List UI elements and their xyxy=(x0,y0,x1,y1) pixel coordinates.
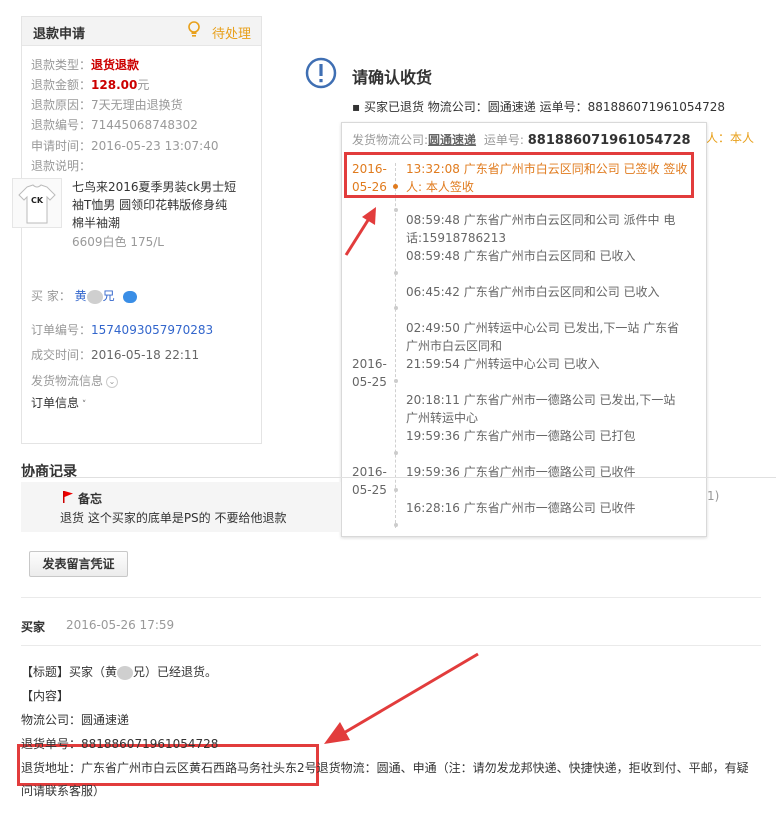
timeline-dot xyxy=(394,488,398,492)
timeline-event: 21:59:54 广州转运中心公司 已收入 xyxy=(406,357,600,371)
flag-icon xyxy=(63,491,73,503)
product-sku: 6609白色 175/L xyxy=(72,235,164,249)
message-last-line: 问请联系客服） xyxy=(21,784,106,798)
apply-time-row: 申请时间：2016-05-23 13:07:40 xyxy=(31,139,219,153)
refund-amount-row: 退款金额：128.00元 xyxy=(31,78,150,92)
message-time: 2016-05-26 17:59 xyxy=(66,618,175,632)
message-waybill: 退货单号：881886071961054728 xyxy=(21,737,219,751)
message-author: 买家 xyxy=(21,620,46,634)
timeline-event: 19:59:36 广东省广州市一德路公司 已收件 xyxy=(406,465,636,479)
deal-time-row: 成交时间：2016-05-18 22:11 xyxy=(31,348,200,362)
refund-reason-row: 退款原因：7天无理由退换货 xyxy=(31,98,183,112)
timeline-dot xyxy=(394,306,398,310)
buyer-row: 买 家： 黄兄 xyxy=(31,287,137,305)
status-badge: 待处理 xyxy=(211,27,251,42)
refund-id-row: 退款编号：71445068748302 xyxy=(31,118,198,132)
chat-icon[interactable] xyxy=(122,290,137,303)
product-title[interactable]: 七鸟来2016夏季男装ck男士短袖T恤男 圆领印花韩版修身纯棉半袖潮 xyxy=(72,178,237,232)
logistics-toggle[interactable]: 发货物流信息 ⌄ xyxy=(31,372,119,390)
order-id-row: 订单编号：1574093057970283 xyxy=(31,323,214,337)
buyer-name[interactable]: 黄兄 xyxy=(75,289,115,304)
panel-header: 退款申请 待处理 xyxy=(22,17,261,46)
divider xyxy=(21,597,761,598)
memo-title: 备忘 xyxy=(78,492,103,506)
post-message-button[interactable]: 发表留言凭证 xyxy=(29,551,128,577)
side-text: 人：本人 xyxy=(706,131,755,145)
redacted-mark xyxy=(86,289,103,304)
message-company: 物流公司：圆通速递 xyxy=(21,713,130,727)
timeline-event: 08:59:48 广东省广州市白云区同和公司 派件中 电话:1591878621… xyxy=(406,213,676,245)
chevron-down-icon: ⌄ xyxy=(106,375,119,388)
highlight-box-signed xyxy=(344,152,694,198)
timeline-event: 06:45:42 广东省广州市白云区同和公司 已收入 xyxy=(406,285,660,299)
timeline-dot xyxy=(394,451,398,455)
refund-type-row: 退款类型：退货退款 xyxy=(31,58,140,72)
timeline-dot xyxy=(394,208,398,212)
panel-title: 退款申请 xyxy=(33,27,86,42)
chevron-down-icon: ˅ xyxy=(79,400,87,410)
timeline-event: 19:59:36 广东省广州市一德路公司 已打包 xyxy=(406,429,636,443)
message-content-label: 【内容】 xyxy=(21,689,70,703)
timeline-dot xyxy=(394,379,398,383)
refund-note-row: 退款说明： xyxy=(31,159,92,173)
message-title: 【标题】买家（黄 兄）已经退货。 xyxy=(21,665,218,680)
timeline-dot xyxy=(394,523,398,527)
alert-icon xyxy=(305,57,337,89)
timeline-dot xyxy=(394,271,398,275)
lightbulb-icon xyxy=(188,21,200,37)
annotation-arrow xyxy=(324,652,479,744)
divider xyxy=(21,645,761,646)
timeline-event: 08:59:48 广东省广州市白云区同和 已收入 xyxy=(406,249,636,263)
timeline-date: 2016-05-25 xyxy=(352,465,387,497)
product-image[interactable]: CK xyxy=(12,178,62,228)
redacted-mark xyxy=(117,665,134,680)
confirm-line: ▪ 买家已退货 物流公司：圆通速递 运单号：881886071961054728 xyxy=(352,100,726,114)
memo-text: 退货 这个买家的底单是PS的 不要给他退款 xyxy=(60,511,287,525)
timeline-date: 2016-05-25 xyxy=(352,357,387,389)
timeline-event: 16:28:16 广东省广州市一德路公司 已收件 xyxy=(406,501,636,515)
popup-header: 发货物流公司:圆通速递 运单号: 881886071961054728 xyxy=(352,133,691,148)
timeline-event: 20:18:11 广东省广州市一德路公司 已发出,下一站 广州转运中心 xyxy=(406,393,676,425)
svg-text:CK: CK xyxy=(31,196,44,205)
side-text-2: 1) xyxy=(707,489,720,503)
timeline-line xyxy=(395,163,397,528)
negotiation-title: 协商记录 xyxy=(21,464,77,480)
order-info-toggle[interactable]: 订单信息 ˅ xyxy=(31,394,86,414)
annotation-arrow xyxy=(344,207,376,256)
order-id-link[interactable]: 1574093057970283 xyxy=(91,323,213,337)
tshirt-icon: CK xyxy=(18,184,56,224)
timeline-event: 02:49:50 广州转运中心公司 已发出,下一站 广东省广州市白云区同和 xyxy=(406,321,680,353)
message-address: 退货地址：广东省广州市白云区黄石西路马务社头东2号退货物流：圆通、申通（注：请勿… xyxy=(21,761,749,775)
confirm-title: 请确认收货 xyxy=(352,68,433,87)
divider xyxy=(21,477,776,478)
